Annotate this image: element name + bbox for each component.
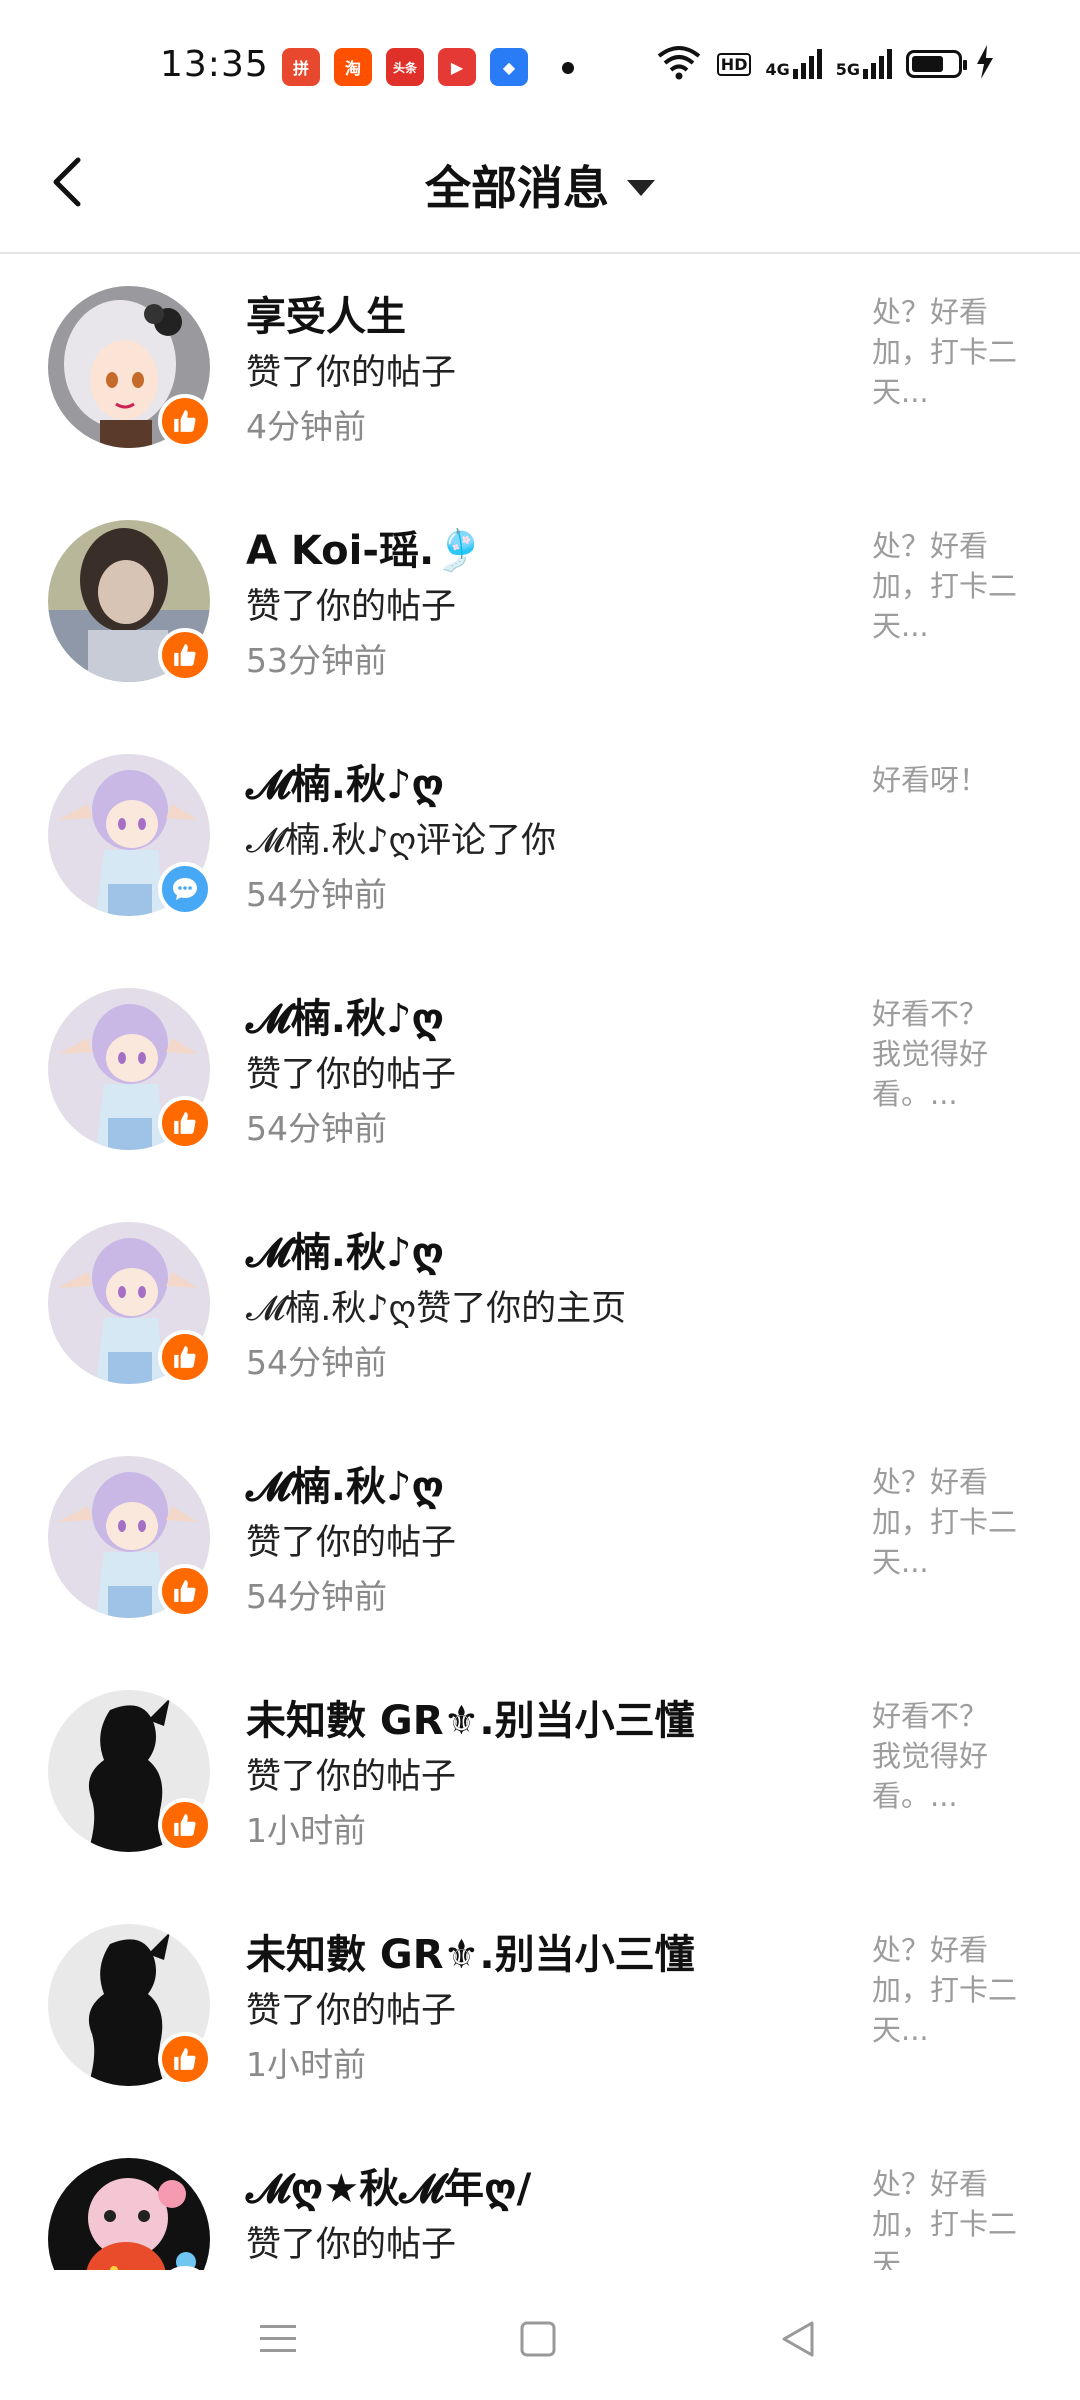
message-item[interactable]: 未知數 GR⚜.别当小三懂赞了你的帖子 1小时前 处？好看 加，打卡二 天... xyxy=(0,1892,1080,2126)
username[interactable]: 未知數 GR⚜.别当小三懂 xyxy=(246,1688,695,1746)
username[interactable]: 未知數 GR⚜.别当小三懂 xyxy=(246,1922,695,1980)
like-badge-icon xyxy=(158,2032,212,2086)
system-nav-bar xyxy=(0,2270,1080,2400)
page-title: 全部消息 xyxy=(425,161,609,215)
message-action-text: 赞了你的帖子 xyxy=(246,587,457,627)
message-action-text: 赞了你的帖子 xyxy=(246,1991,457,2031)
message-item[interactable]: 𝓜楠.秋♪ღ 赞了你的帖子 54分钟前 处？好看 加，打卡二 天... xyxy=(0,1424,1080,1658)
post-preview-text: 好看呀！ xyxy=(872,763,989,797)
home-square-icon xyxy=(520,2321,556,2357)
back-triangle-icon xyxy=(782,2321,814,2357)
message-item[interactable]: 𝓜ღ★秋𝓜年ღ/赞了你的帖子 处？好看 加，打卡二 天 xyxy=(0,2126,1080,2270)
post-preview-text: 处？好看 加，打卡二 天... xyxy=(872,1465,1018,1579)
username[interactable]: 𝓜楠.秋♪ღ xyxy=(246,1220,444,1278)
message-action-text: 赞了你的帖子 xyxy=(246,1523,457,1563)
signal-4g-icon: 4G xyxy=(765,49,822,79)
username[interactable]: 享受人生 xyxy=(246,284,406,342)
message-item[interactable]: 𝓜楠.秋♪ღ 赞了你的帖子 54分钟前 好看不？ 我觉得好 看。... xyxy=(0,956,1080,1190)
message-timestamp: 54分钟前 xyxy=(246,1109,387,1148)
status-bar: 13:35 拼淘头条 ▶ ◆ HD 4G 5G xyxy=(0,0,1080,120)
hd-indicator: HD xyxy=(716,52,752,76)
username[interactable]: 𝓜ღ★秋𝓜年ღ/ xyxy=(246,2156,531,2214)
message-item[interactable]: 𝓜楠.秋♪ღ 𝓜楠.秋♪ღ评论了你 54分钟前 好看呀！ xyxy=(0,722,1080,956)
username[interactable]: 𝓜楠.秋♪ღ xyxy=(246,752,444,810)
username[interactable]: A Koi-瑶.🎐 xyxy=(246,518,484,576)
message-timestamp: 1小时前 xyxy=(246,1811,366,1850)
message-filter-dropdown[interactable]: 全部消息 xyxy=(0,152,1080,218)
post-preview-text: 好看不？ 我觉得好 看。... xyxy=(872,1699,989,1813)
message-item[interactable]: 享受人生赞了你的帖子 4分钟前 处？好看 加，打卡二 天... xyxy=(0,254,1080,488)
post-preview-text: 处？好看 加，打卡二 天... xyxy=(872,295,1018,409)
battery-icon xyxy=(906,50,967,78)
notification-app-icons: 拼淘头条 ▶ ◆ xyxy=(282,48,528,86)
avatar[interactable] xyxy=(48,2158,210,2270)
back-nav-button[interactable] xyxy=(768,2314,828,2364)
post-preview-text: 处？好看 加，打卡二 天... xyxy=(872,1933,1018,2047)
home-nav-button[interactable] xyxy=(508,2314,568,2364)
message-timestamp: 54分钟前 xyxy=(246,1343,387,1382)
post-preview-text: 好看不？ 我觉得好 看。... xyxy=(872,997,989,1111)
like-badge-icon xyxy=(158,1798,212,1852)
message-item[interactable]: 未知數 GR⚜.别当小三懂赞了你的帖子 1小时前 好看不？ 我觉得好 看。... xyxy=(0,1658,1080,1892)
username[interactable]: 𝓜楠.秋♪ღ xyxy=(246,1454,444,1512)
message-item[interactable]: 𝓜楠.秋♪ღ 𝓜楠.秋♪ღ赞了你的主页 54分钟前 xyxy=(0,1190,1080,1424)
message-timestamp: 54分钟前 xyxy=(246,1577,387,1616)
message-action-text: 𝓜楠.秋♪ღ评论了你 xyxy=(246,821,557,861)
top-bar: 全部消息 xyxy=(0,120,1080,254)
like-badge-icon xyxy=(158,1096,212,1150)
toutiao-icon: 头条 xyxy=(386,48,424,86)
battery-level xyxy=(912,56,943,72)
message-timestamp: 53分钟前 xyxy=(246,641,387,680)
pinduoduo-icon: 拼 xyxy=(282,48,320,86)
signal-5g-icon: 5G xyxy=(836,49,892,79)
like-badge-icon xyxy=(158,394,212,448)
post-preview-text: 处？好看 加，打卡二 天... xyxy=(872,529,1018,643)
post-preview-text: 处？好看 加，打卡二 天 xyxy=(872,2167,1018,2270)
taobao-icon: 淘 xyxy=(334,48,372,86)
message-timestamp: 54分钟前 xyxy=(246,875,387,914)
video-app-icon: ▶ xyxy=(438,48,476,86)
like-badge-icon xyxy=(158,1564,212,1618)
status-indicators: HD 4G 5G xyxy=(655,44,994,84)
message-action-text: 𝓜楠.秋♪ღ赞了你的主页 xyxy=(246,1289,627,1329)
message-action-text: 赞了你的帖子 xyxy=(246,1055,457,1095)
message-timestamp: 1小时前 xyxy=(246,2045,366,2084)
message-action-text: 赞了你的帖子 xyxy=(246,2225,457,2265)
like-badge-icon xyxy=(158,628,212,682)
wifi-icon xyxy=(655,44,703,84)
message-action-text: 赞了你的帖子 xyxy=(246,353,457,393)
menu-icon xyxy=(260,2325,296,2352)
status-time: 13:35 xyxy=(160,44,269,85)
charging-icon xyxy=(976,45,994,83)
username[interactable]: 𝓜楠.秋♪ღ xyxy=(246,986,444,1044)
message-timestamp: 4分钟前 xyxy=(246,407,366,446)
message-action-text: 赞了你的帖子 xyxy=(246,1757,457,1797)
message-list[interactable]: 享受人生 赞了你的帖子 4分钟前 处？好看 加，打卡二 天... A Koi-瑶.🎐 赞了… xyxy=(0,254,1080,2270)
comment-badge-icon xyxy=(158,862,212,916)
like-badge-icon xyxy=(158,1330,212,1384)
dropdown-caret-icon xyxy=(627,180,655,196)
message-item[interactable]: A Koi-瑶.🎐 赞了你的帖子 53分钟前 处？好看 加，打卡二 天... xyxy=(0,488,1080,722)
blue-app-icon: ◆ xyxy=(490,48,528,86)
more-notifications-dot xyxy=(562,62,574,74)
menu-nav-button[interactable] xyxy=(248,2314,308,2364)
